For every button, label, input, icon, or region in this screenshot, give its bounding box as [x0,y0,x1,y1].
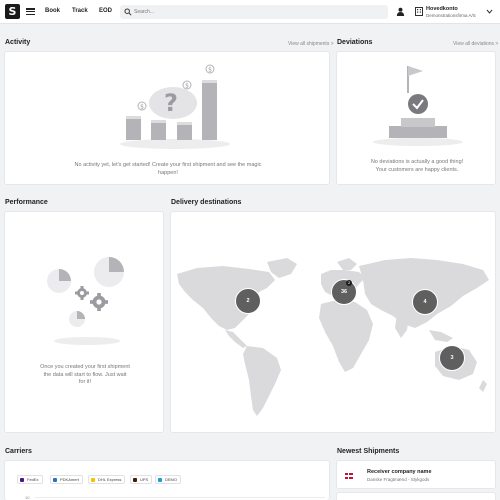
performance-title: Performance [5,199,48,206]
delivery-destinations-title: Delivery destinations [171,199,242,206]
legend-dhl-express[interactable]: DHL Express [88,475,126,484]
user-icon[interactable] [396,7,405,16]
search-icon [124,8,132,16]
carriers-title: Carriers [5,448,32,455]
shipment-receiver: Receiver company name [367,469,432,475]
activity-illustration: ? $ $ $ [120,64,230,149]
chart-gridline [35,497,325,498]
legend-swatch [20,478,24,482]
nav-eod[interactable]: EOD [99,8,112,14]
legend-label: FedEx [27,477,39,482]
account-switcher[interactable]: Hovedkonto Demonstrationsfirma A/S [412,3,496,21]
deviations-title: Deviations [337,39,373,46]
activity-empty-message: No activity yet, let's get started! Crea… [74,162,262,176]
legend-label: PDKAmert [60,477,79,482]
menu-icon[interactable] [26,8,35,16]
map-marker-australia[interactable]: 3 [439,345,465,371]
activity-card: ? $ $ $ No activity yet, let's get start… [4,51,330,185]
legend-ups[interactable]: UPS [130,475,153,484]
world-map[interactable] [171,212,496,433]
svg-text:$: $ [185,83,189,90]
search-input[interactable]: Search... [120,5,388,19]
legend-label: DHL Express [98,477,122,482]
nav-book[interactable]: Book [45,8,60,14]
legend-label: DEMO [165,477,177,482]
svg-text:$: $ [140,104,144,111]
map-marker-north-america[interactable]: 2 [235,288,261,314]
account-name: Hovedkonto [426,6,458,12]
account-company: Demonstrationsfirma A/S [426,13,476,18]
newest-shipments-title: Newest Shipments [337,448,400,455]
search-placeholder: Search... [134,9,155,15]
performance-illustration [47,257,124,345]
delivery-destinations-card: 2 36 2 4 3 [170,211,496,433]
map-marker-asia[interactable]: 4 [412,289,438,315]
svg-text:$: $ [208,67,212,74]
top-bar: S Book Track EOD Search... Hovedkonto De… [0,0,500,24]
carriers-card: FedEx PDKAmert DHL Express UPS DEMO 10 [4,460,330,500]
legend-fedex[interactable]: FedEx [17,475,43,484]
view-all-shipments-link[interactable]: View all shipments > [288,41,334,47]
svg-text:?: ? [164,89,178,117]
view-all-deviations-link[interactable]: View all deviations > [453,41,498,47]
app-logo[interactable]: S [5,4,20,19]
performance-card: Once you created your first shipment the… [4,211,164,433]
shipment-carrier: Danske Fragtmænd - Stykgods [367,477,430,482]
legend-swatch [91,478,95,482]
legend-demo[interactable]: DEMO [155,475,181,484]
legend-swatch [158,478,162,482]
shipment-item[interactable]: Receiver company name Danske Fragtmænd -… [336,460,496,489]
legend-swatch [53,478,57,482]
performance-empty-message: Once you created your first shipment the… [40,364,130,385]
chevron-down-icon [486,9,493,14]
legend-swatch [133,478,137,482]
legend-pdkamert[interactable]: PDKAmert [50,475,83,484]
deviations-empty-message: No deviations is actually a good thing! … [370,159,464,173]
nav-track[interactable]: Track [72,8,88,14]
shipment-item[interactable] [336,492,496,500]
chart-axis-tick: 10 [25,495,30,500]
map-marker-europe[interactable]: 36 [331,279,357,305]
building-icon [415,7,423,16]
legend-label: UPS [140,477,149,482]
deviations-illustration [373,66,463,146]
denmark-flag-icon [345,473,353,479]
deviations-card: No deviations is actually a good thing! … [336,51,496,185]
activity-title: Activity [5,39,31,46]
